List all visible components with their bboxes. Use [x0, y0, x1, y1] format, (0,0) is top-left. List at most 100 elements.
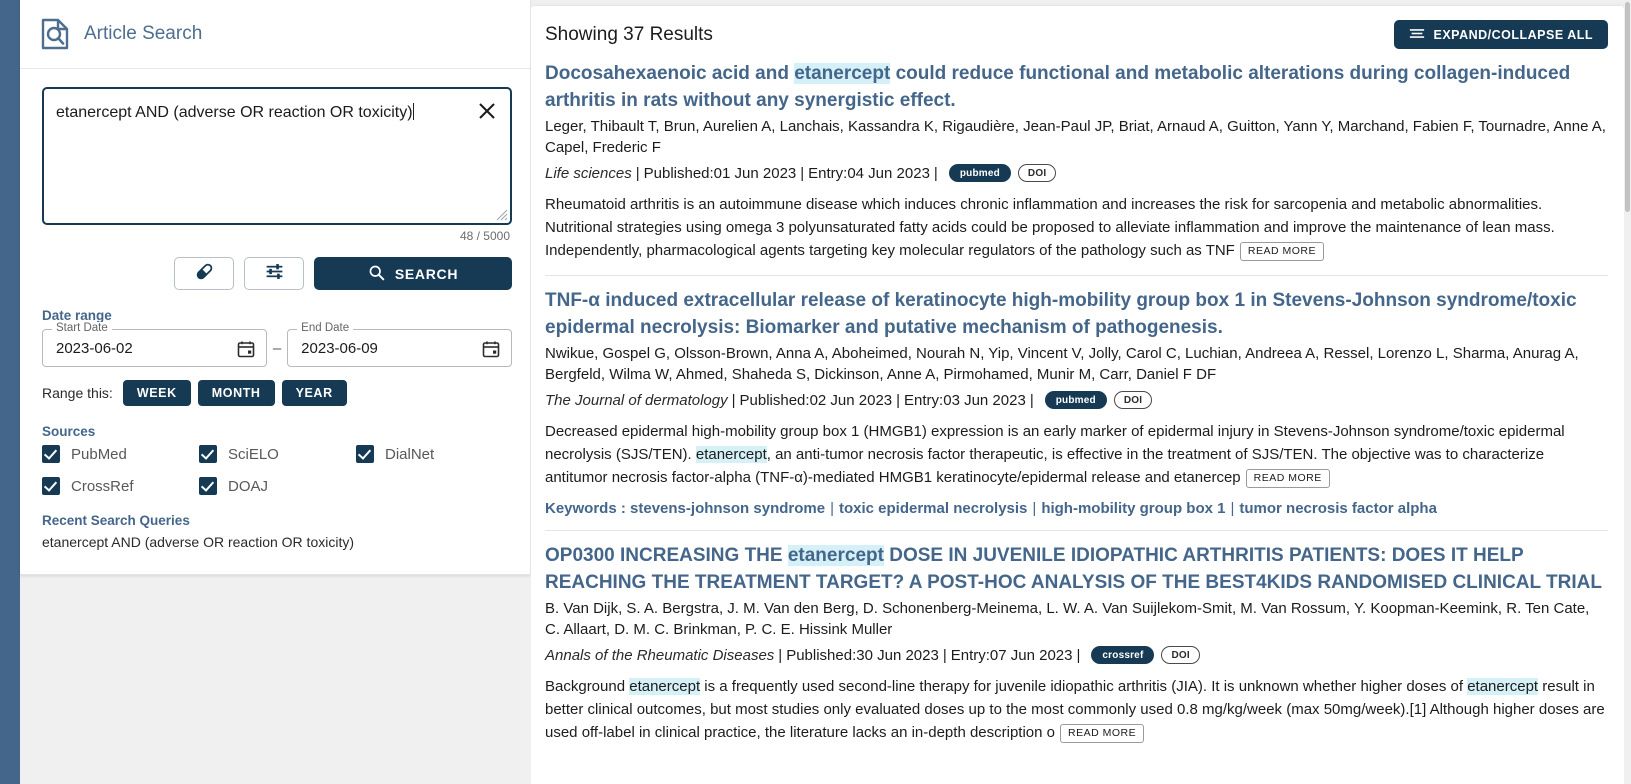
result-meta: The Journal of dermatology | Published:02 … — [545, 391, 1608, 409]
results-scrollbar[interactable] — [1624, 0, 1631, 784]
search-icon — [368, 264, 385, 284]
sidebar-header: Article Search — [20, 0, 530, 69]
query-highlight: etanercept — [1467, 678, 1539, 695]
doi-badge[interactable]: DOI — [1017, 164, 1057, 182]
result-journal: The Journal of dermatology — [545, 391, 728, 409]
source-badge: pubmed — [1044, 391, 1107, 409]
result-item: TNF-α induced extracellular release of k… — [545, 275, 1608, 530]
search-query-textarea[interactable]: etanercept AND (adverse OR reaction OR t… — [42, 87, 512, 225]
search-button[interactable]: SEARCH — [314, 257, 512, 290]
result-published: Published:01 Jun 2023 — [643, 164, 797, 182]
keywords-prefix: Keywords : — [545, 500, 631, 517]
query-highlight: etanercept — [629, 678, 701, 695]
source-pubmed[interactable]: PubMed — [42, 445, 199, 463]
result-entry: Entry:07 Jun 2023 — [950, 646, 1073, 664]
doi-badge[interactable]: DOI — [1161, 646, 1200, 664]
result-title[interactable]: OP0300 INCREASING THE etanercept DOSE IN… — [545, 542, 1608, 596]
source-label: CrossRef — [71, 477, 134, 495]
checkbox-pubmed[interactable] — [42, 445, 60, 463]
range-year-button[interactable]: YEAR — [281, 380, 347, 406]
close-icon[interactable] — [476, 100, 498, 122]
checkbox-crossref[interactable] — [42, 477, 60, 495]
tune-sliders-icon — [264, 261, 285, 287]
source-label: SciELO — [228, 445, 279, 463]
result-entry: Entry:03 Jun 2023 — [904, 391, 1026, 409]
source-label: PubMed — [71, 445, 127, 463]
keyword[interactable]: toxic epidermal necrolysis — [839, 500, 1027, 517]
keyword[interactable]: stevens-johnson syndrome — [630, 500, 825, 517]
search-actions: SEARCH — [42, 257, 512, 290]
read-more-button[interactable]: READ MORE — [1239, 242, 1324, 261]
calendar-icon[interactable] — [482, 340, 500, 358]
result-journal: Annals of the Rheumatic Diseases — [545, 646, 775, 664]
search-button-label: SEARCH — [394, 265, 459, 282]
checkbox-scielo[interactable] — [199, 445, 217, 463]
end-date-field[interactable]: End Date 2023-06-09 — [287, 322, 512, 367]
results-count: Showing 37 Results — [545, 23, 713, 45]
recent-queries-label: Recent Search Queries — [42, 513, 190, 528]
scrollbar-thumb[interactable] — [1625, 2, 1630, 212]
expand-collapse-all-button[interactable]: EXPAND/COLLAPSE ALL — [1394, 20, 1608, 49]
result-title[interactable]: TNF-α induced extracellular release of k… — [545, 287, 1608, 341]
source-badge: crossref — [1091, 646, 1155, 664]
query-highlight: etanercept — [794, 63, 891, 84]
start-date-field[interactable]: Start Date 2023-06-02 — [42, 322, 267, 367]
result-abstract: Background etanercept is a frequently us… — [545, 678, 1605, 743]
source-doaj[interactable]: DOAJ — [199, 477, 356, 495]
query-highlight: etanercept — [787, 545, 884, 566]
sidebar-body: etanercept AND (adverse OR reaction OR t… — [20, 69, 530, 550]
pill-icon — [194, 261, 215, 287]
read-more-button[interactable]: READ MORE — [1245, 469, 1330, 488]
keyword[interactable]: tumor necrosis factor alpha — [1239, 500, 1437, 517]
result-journal: Life sciences — [545, 164, 632, 182]
source-badge: pubmed — [948, 164, 1011, 182]
result-authors: B. Van Dijk, S. A. Bergstra, J. M. Van d… — [545, 600, 1590, 638]
result-entry: Entry:04 Jun 2023 — [808, 164, 930, 182]
result-abstract: Rheumatoid arthritis is an autoimmune di… — [545, 196, 1555, 261]
calendar-icon[interactable] — [237, 340, 255, 358]
filters-button[interactable] — [244, 257, 304, 290]
range-month-button[interactable]: MONTH — [197, 380, 275, 406]
source-scielo[interactable]: SciELO — [199, 445, 356, 463]
result-meta: Life sciences | Published:01 Jun 2023 | Entr… — [545, 164, 1608, 182]
pill-icon-button[interactable] — [174, 257, 234, 290]
start-date-legend: Start Date — [52, 322, 112, 334]
result-published: Published:30 Jun 2023 — [786, 646, 939, 664]
query-highlight: etanercept — [695, 446, 767, 463]
result-title[interactable]: Docosahexaenoic acid and etanercept coul… — [545, 60, 1608, 114]
source-crossref[interactable]: CrossRef — [42, 477, 199, 495]
end-date-value: 2023-06-09 — [301, 340, 378, 357]
sources-grid: PubMed SciELO DialNet CrossRef DOAJ — [42, 445, 512, 495]
start-date-value: 2023-06-02 — [56, 340, 133, 357]
read-more-button[interactable]: READ MORE — [1060, 724, 1145, 743]
text-caret — [412, 103, 414, 120]
source-dialnet[interactable]: DialNet — [356, 445, 513, 463]
results-card: Showing 37 Results EXPAND/COLLAPSE ALL D… — [531, 6, 1624, 784]
range-shortcuts: Range this: WEEK MONTH YEAR — [42, 380, 512, 406]
checkbox-dialnet[interactable] — [356, 445, 374, 463]
document-search-icon — [40, 18, 70, 50]
article-search-app: Article Search etanercept AND (adverse O… — [0, 0, 1631, 784]
source-label: DialNet — [385, 445, 435, 463]
result-abstract: Decreased epidermal high-mobility group … — [545, 423, 1565, 488]
range-this-label: Range this: — [42, 385, 113, 401]
result-published: Published:02 Jun 2023 — [739, 391, 893, 409]
range-week-button[interactable]: WEEK — [122, 380, 191, 406]
search-query-value: etanercept AND (adverse OR reaction OR t… — [56, 103, 414, 121]
results-panel: Showing 37 Results EXPAND/COLLAPSE ALL D… — [531, 0, 1631, 784]
recent-query-item[interactable]: etanercept AND (adverse OR reaction OR t… — [42, 534, 512, 550]
result-authors: Nwikue, Gospel G, Olsson-Brown, Anna A, … — [545, 345, 1579, 383]
source-label: DOAJ — [228, 477, 269, 495]
resize-grip-icon[interactable] — [495, 208, 508, 221]
checkbox-doaj[interactable] — [199, 477, 217, 495]
keyword[interactable]: high-mobility group box 1 — [1041, 500, 1225, 517]
date-range-row: Start Date 2023-06-02 – End Date 2023-06… — [42, 322, 512, 367]
date-range-label: Date range — [42, 308, 112, 323]
result-item: Docosahexaenoic acid and etanercept coul… — [545, 58, 1608, 275]
sidebar-card: Article Search etanercept AND (adverse O… — [20, 0, 531, 575]
hamburger-lines-icon — [1409, 27, 1425, 43]
date-range-separator: – — [272, 339, 282, 357]
doi-badge[interactable]: DOI — [1113, 391, 1153, 409]
result-item: OP0300 INCREASING THE etanercept DOSE IN… — [545, 530, 1608, 757]
search-sidebar: Article Search etanercept AND (adverse O… — [20, 0, 531, 784]
